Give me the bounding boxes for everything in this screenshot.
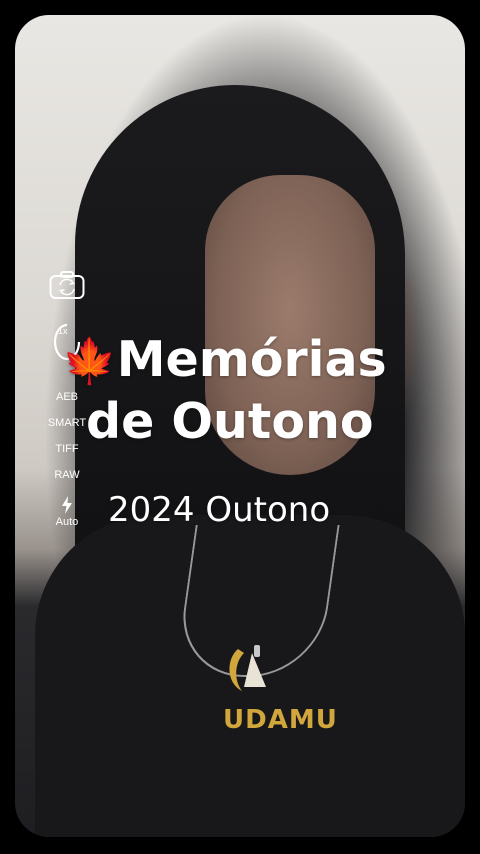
flash-mode-label: Auto (55, 516, 79, 528)
title-line-2: de Outono (86, 393, 374, 450)
title-line-1: Memórias (116, 331, 387, 388)
shirt-logo-mark (229, 645, 266, 691)
camera-flip-icon[interactable] (49, 270, 85, 300)
overlay-subtitle: 2024 Outono (108, 490, 331, 530)
flash-button[interactable]: Auto (55, 496, 79, 528)
shirt-logo-text: UDAMU (223, 705, 338, 735)
mode-raw[interactable]: RAW (54, 468, 79, 482)
flash-icon (61, 496, 72, 514)
maple-leaf-icon: 🍁 (62, 336, 117, 387)
overlay-title: 🍁Memórias de Outono (62, 330, 462, 452)
